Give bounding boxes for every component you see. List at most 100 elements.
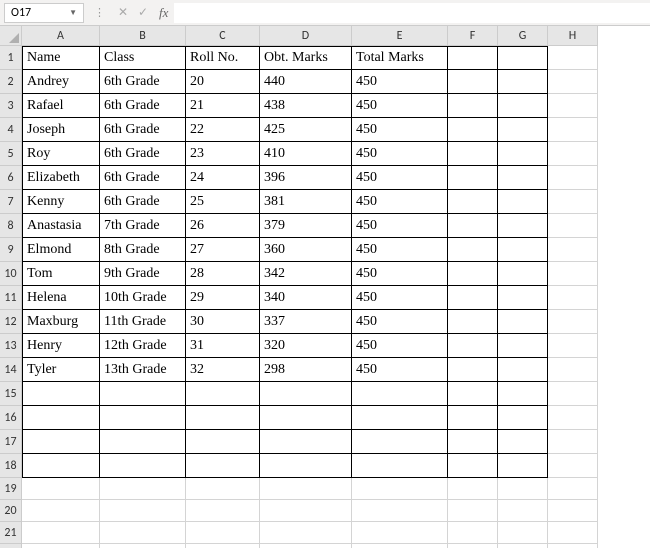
row-header-20[interactable]: 20 [0,500,22,522]
cell[interactable] [548,214,598,238]
row-header-12[interactable]: 12 [0,310,22,334]
cell[interactable]: 21 [186,94,260,118]
cell[interactable] [186,544,260,548]
cell[interactable] [498,94,548,118]
cell[interactable]: 410 [260,142,352,166]
row-header-8[interactable]: 8 [0,214,22,238]
cell[interactable] [448,382,498,406]
cell[interactable] [548,142,598,166]
cell[interactable] [352,500,448,522]
row-header-6[interactable]: 6 [0,166,22,190]
col-header-a[interactable]: A [22,26,100,46]
cell[interactable]: 450 [352,94,448,118]
cell[interactable]: 6th Grade [100,70,186,94]
cell[interactable]: 10th Grade [100,286,186,310]
cell[interactable] [100,406,186,430]
cell[interactable]: Elizabeth [22,166,100,190]
cell[interactable] [548,310,598,334]
cell[interactable]: 9th Grade [100,262,186,286]
cell[interactable] [448,94,498,118]
cell[interactable] [448,286,498,310]
cell[interactable] [448,190,498,214]
cell[interactable] [448,142,498,166]
cell[interactable] [498,286,548,310]
cell[interactable]: 396 [260,166,352,190]
row-header-14[interactable]: 14 [0,358,22,382]
cell[interactable]: Roll No. [186,46,260,70]
fx-icon[interactable]: fx [153,5,174,21]
cell[interactable] [548,94,598,118]
cell[interactable]: 31 [186,334,260,358]
cell[interactable] [498,262,548,286]
cell[interactable] [260,522,352,544]
cell[interactable] [548,544,598,548]
cell[interactable] [22,382,100,406]
cell[interactable] [448,70,498,94]
chevron-down-icon[interactable]: ▼ [69,8,77,18]
cell[interactable] [548,454,598,478]
cell[interactable] [498,544,548,548]
cell[interactable]: 6th Grade [100,166,186,190]
cell[interactable] [448,310,498,334]
cell[interactable]: 22 [186,118,260,142]
cell[interactable] [22,478,100,500]
cell[interactable] [260,500,352,522]
cell[interactable] [548,118,598,142]
cell[interactable]: 450 [352,118,448,142]
row-header-10[interactable]: 10 [0,262,22,286]
cell[interactable] [448,118,498,142]
cell[interactable] [498,454,548,478]
cell[interactable]: Elmond [22,238,100,262]
cell[interactable] [100,500,186,522]
cell[interactable] [498,430,548,454]
cell[interactable] [498,142,548,166]
cell[interactable]: Name [22,46,100,70]
cell[interactable]: 27 [186,238,260,262]
row-header-22[interactable]: 22 [0,544,22,548]
cell[interactable]: 28 [186,262,260,286]
cell[interactable] [22,544,100,548]
row-header-1[interactable]: 1 [0,46,22,70]
cell[interactable]: 12th Grade [100,334,186,358]
cell[interactable] [22,430,100,454]
cell[interactable]: Andrey [22,70,100,94]
cell[interactable] [100,478,186,500]
cell[interactable] [498,382,548,406]
cell[interactable] [548,500,598,522]
cell[interactable] [498,70,548,94]
cell[interactable] [448,46,498,70]
cell[interactable]: 337 [260,310,352,334]
cell[interactable] [498,238,548,262]
cell[interactable] [448,262,498,286]
cell[interactable] [448,522,498,544]
cell[interactable]: Roy [22,142,100,166]
cell[interactable] [352,478,448,500]
col-header-e[interactable]: E [352,26,448,46]
cell[interactable] [548,430,598,454]
cell[interactable] [22,454,100,478]
cell[interactable] [548,262,598,286]
cell[interactable]: Kenny [22,190,100,214]
cell[interactable]: 24 [186,166,260,190]
cell[interactable] [100,430,186,454]
cell[interactable] [498,478,548,500]
cell[interactable] [22,522,100,544]
cell[interactable]: 379 [260,214,352,238]
cell[interactable] [548,166,598,190]
cell[interactable] [498,190,548,214]
cell[interactable]: 20 [186,70,260,94]
cell[interactable] [100,454,186,478]
cell[interactable] [260,454,352,478]
col-header-c[interactable]: C [186,26,260,46]
cell[interactable] [448,544,498,548]
cell[interactable] [548,358,598,382]
cell[interactable] [548,70,598,94]
cell[interactable]: 340 [260,286,352,310]
cell[interactable] [498,214,548,238]
cell[interactable]: 438 [260,94,352,118]
row-header-19[interactable]: 19 [0,478,22,500]
cell[interactable]: 25 [186,190,260,214]
cell[interactable]: Class [100,46,186,70]
select-all-corner[interactable] [0,26,22,46]
cell[interactable]: 450 [352,358,448,382]
